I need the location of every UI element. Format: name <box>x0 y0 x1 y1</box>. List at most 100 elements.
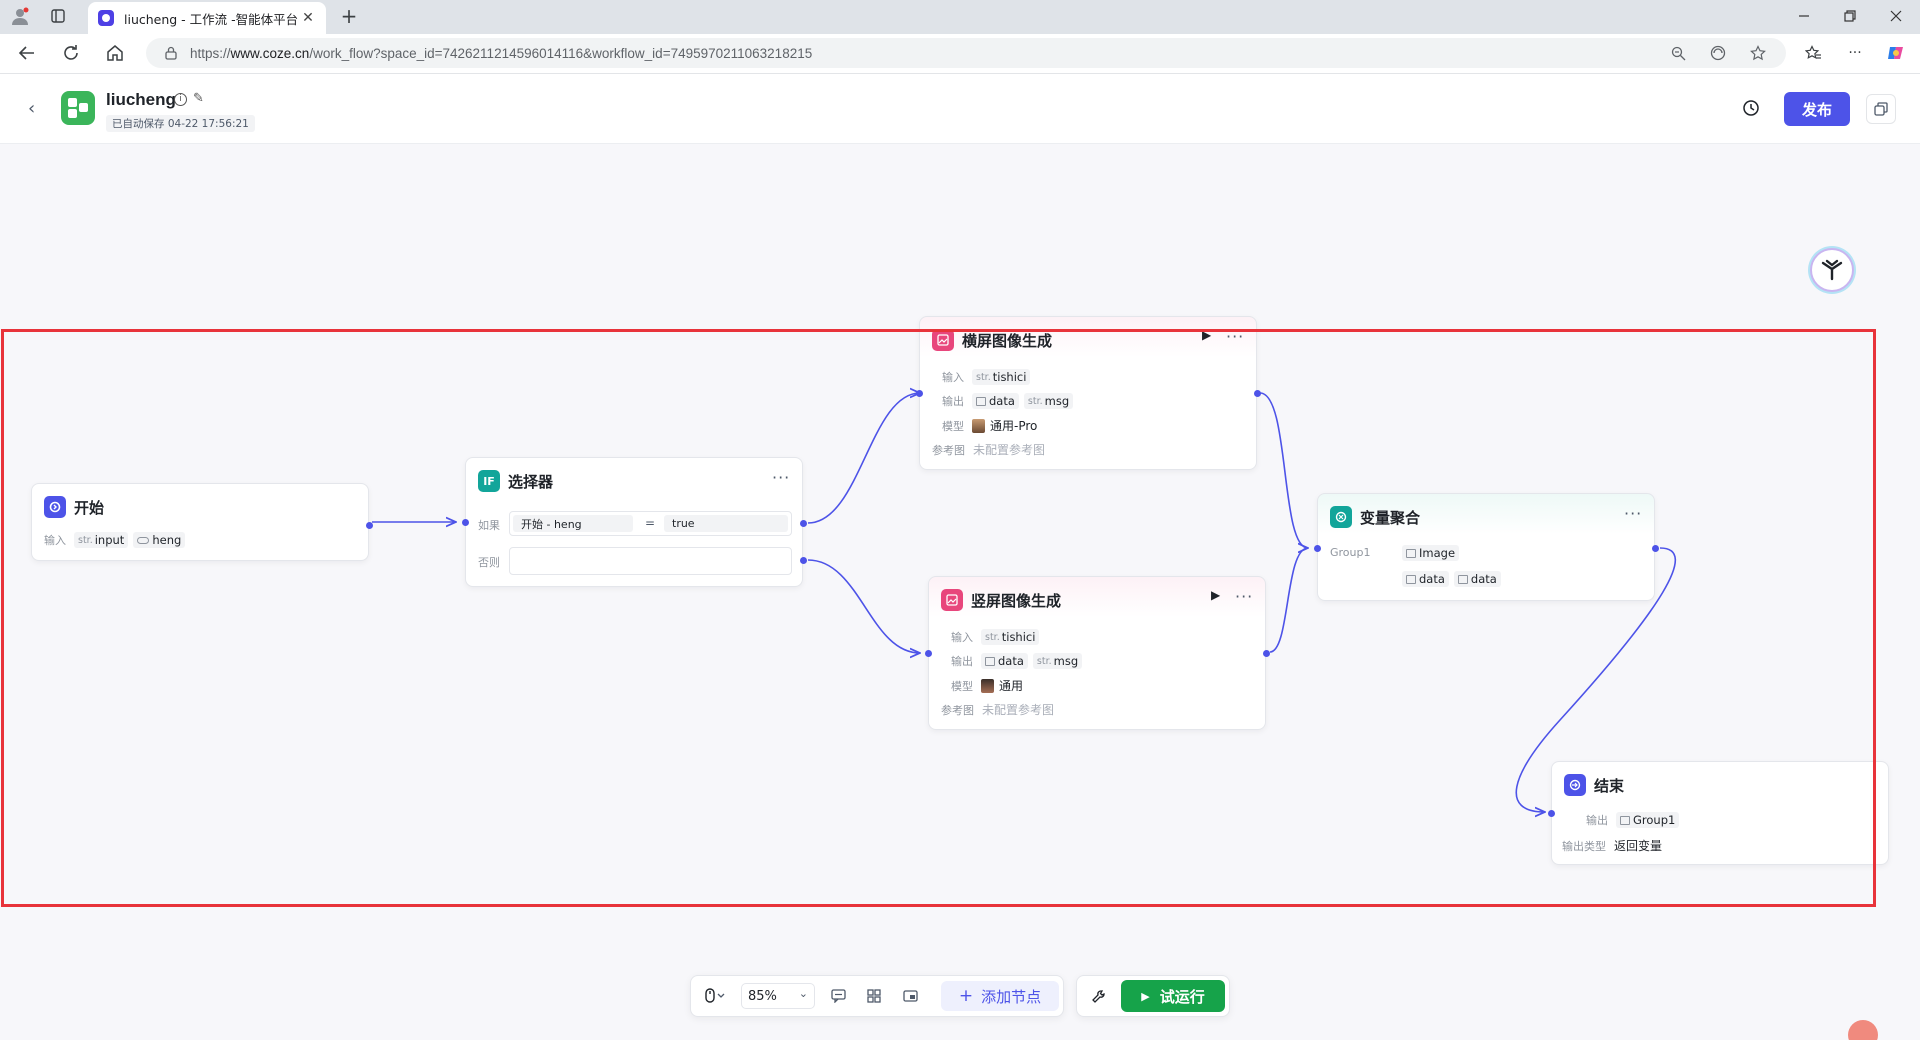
start-node-icon <box>44 496 66 518</box>
model-avatar-icon <box>981 678 994 693</box>
window-minimize-icon[interactable] <box>1796 8 1812 24</box>
url-text: https://www.coze.cn/work_flow?space_id=7… <box>190 45 813 61</box>
aggregate-output-port[interactable] <box>1652 545 1659 552</box>
selector-if-label: 如果 <box>478 519 500 532</box>
browser-tab-bar: liucheng - 工作流 -智能体平台 ✕ + <box>0 0 1920 34</box>
workflow-logo-icon <box>61 91 95 125</box>
minimap-icon[interactable] <box>901 987 919 1005</box>
start-var-input: str. input <box>74 532 129 548</box>
favorites-bar-icon[interactable] <box>1804 44 1822 62</box>
home-icon[interactable] <box>104 42 126 64</box>
portrait-ref-label: 参考图 <box>941 703 974 717</box>
reload-icon[interactable] <box>60 42 82 64</box>
portrait-output-port[interactable] <box>1263 650 1270 657</box>
aggregate-item-image: Image <box>1402 545 1460 561</box>
start-var-heng: heng <box>133 532 186 548</box>
portrait-ref-value: 未配置参考图 <box>982 703 1055 717</box>
comment-icon[interactable] <box>829 987 847 1005</box>
portrait-input-var: str. tishici <box>981 629 1040 645</box>
auto-layout-icon[interactable] <box>865 987 883 1005</box>
profile-icon[interactable] <box>10 6 30 26</box>
selector-else-output-port[interactable] <box>800 557 807 564</box>
new-tab-button[interactable]: + <box>338 4 360 28</box>
coze-favicon-icon <box>98 10 114 26</box>
condition-operator[interactable]: = <box>645 516 655 530</box>
portrait-more-icon[interactable]: ··· <box>1235 587 1253 606</box>
mouse-mode-icon[interactable] <box>701 987 729 1005</box>
browser-address-row: https://www.coze.cn/work_flow?space_id=7… <box>0 34 1920 74</box>
landscape-input-label: 输入 <box>942 371 964 384</box>
landscape-model-value: 通用-Pro <box>990 419 1038 433</box>
history-icon[interactable] <box>1742 99 1762 119</box>
workflow-header: ‹ liucheng i ✎ 已自动保存 04-22 17:56:21 发布 <box>0 74 1920 144</box>
node-start[interactable]: 开始 输入 str. input heng <box>31 483 373 561</box>
node-end[interactable]: 结束 输出 Group1 输出类型 返回变量 <box>1548 761 1889 865</box>
more-options-icon[interactable]: ··· <box>1846 44 1864 62</box>
translate-icon[interactable] <box>1710 45 1726 61</box>
end-input-port[interactable] <box>1548 810 1555 817</box>
edit-icon[interactable]: ✎ <box>193 91 204 106</box>
node-portrait-image[interactable]: 竖屏图像生成 ▶ ··· 输入 str. tishici 输出 data str.… <box>925 576 1270 730</box>
tab-actions-icon[interactable] <box>50 8 66 24</box>
aggregate-node-title: 变量聚合 <box>1360 508 1421 527</box>
selector-node-icon: IF <box>478 470 500 492</box>
zoom-value: 85% <box>748 988 777 1004</box>
aggregate-more-icon[interactable]: ··· <box>1624 504 1642 523</box>
image-gen-icon <box>932 329 954 351</box>
selector-condition-box[interactable]: 开始 - heng = true <box>509 511 792 536</box>
selector-node-title: 选择器 <box>508 472 554 491</box>
node-variable-aggregate[interactable]: 变量聚合 ··· Group1 Image data data <box>1314 493 1659 601</box>
play-icon: ▶ <box>1141 989 1150 1003</box>
zoom-page-icon[interactable] <box>1670 45 1686 61</box>
start-input-label: 输入 <box>44 534 66 547</box>
tab-close-icon[interactable]: ✕ <box>300 10 316 26</box>
portrait-output-msg: str. msg <box>1032 653 1083 669</box>
image-type-icon <box>985 656 995 666</box>
favorite-star-icon[interactable] <box>1750 45 1766 61</box>
start-output-port[interactable] <box>366 522 373 529</box>
debug-tools-icon[interactable] <box>1089 987 1107 1005</box>
duplicate-icon[interactable] <box>1866 94 1896 124</box>
window-close-icon[interactable] <box>1888 8 1904 24</box>
landscape-output-port[interactable] <box>1254 390 1261 397</box>
selector-more-icon[interactable]: ··· <box>772 468 790 487</box>
browser-tab-active[interactable]: liucheng - 工作流 -智能体平台 ✕ <box>88 2 326 34</box>
condition-left-operand[interactable]: 开始 - heng <box>513 515 633 532</box>
node-landscape-image[interactable]: 横屏图像生成 ▶ ··· 输入 str. tishici 输出 data str.… <box>916 316 1261 470</box>
test-run-button[interactable]: ▶ 试运行 <box>1121 980 1225 1012</box>
tab-title: liucheng - 工作流 -智能体平台 <box>124 11 299 27</box>
zoom-select[interactable]: 85% ⌄ <box>741 983 815 1009</box>
back-arrow-icon[interactable] <box>16 42 38 64</box>
url-bar[interactable]: https://www.coze.cn/work_flow?space_id=7… <box>146 38 1786 68</box>
landscape-input-var: str. tishici <box>972 369 1031 385</box>
landscape-more-icon[interactable]: ··· <box>1226 327 1244 346</box>
aggregate-item-data-1: data <box>1402 571 1449 587</box>
landscape-input-port[interactable] <box>916 390 923 397</box>
landscape-node-title: 横屏图像生成 <box>962 331 1053 350</box>
selector-if-output-port[interactable] <box>800 520 807 527</box>
copilot-icon[interactable] <box>1886 43 1906 63</box>
start-node-title: 开始 <box>74 498 105 517</box>
landscape-ref-label: 参考图 <box>932 443 965 457</box>
info-icon[interactable]: i <box>174 93 187 106</box>
add-node-button[interactable]: + 添加节点 <box>941 981 1059 1011</box>
assistant-bot-icon[interactable] <box>1810 248 1854 292</box>
publish-button[interactable]: 发布 <box>1784 92 1850 126</box>
portrait-output-data: data <box>981 653 1028 669</box>
node-selector[interactable]: IF 选择器 ··· 如果 开始 - heng = true 否则 <box>462 457 807 587</box>
landscape-run-icon[interactable]: ▶ <box>1202 328 1211 342</box>
condition-right-operand[interactable]: true <box>664 515 788 532</box>
selector-else-box[interactable] <box>509 547 792 575</box>
window-restore-icon[interactable] <box>1842 8 1858 24</box>
end-node-icon <box>1564 774 1586 796</box>
end-output-type-label: 输出类型 <box>1562 839 1606 853</box>
end-output-var: Group1 <box>1616 812 1680 828</box>
canvas-toolbar: 85% ⌄ + 添加节点 <box>690 975 1064 1017</box>
portrait-output-label: 输出 <box>951 655 973 668</box>
selector-input-port[interactable] <box>462 519 469 526</box>
portrait-run-icon[interactable]: ▶ <box>1211 588 1220 602</box>
portrait-input-port[interactable] <box>925 650 932 657</box>
aggregate-input-port[interactable] <box>1314 545 1321 552</box>
portrait-model-value: 通用 <box>999 679 1024 693</box>
back-button[interactable]: ‹ <box>28 98 35 119</box>
